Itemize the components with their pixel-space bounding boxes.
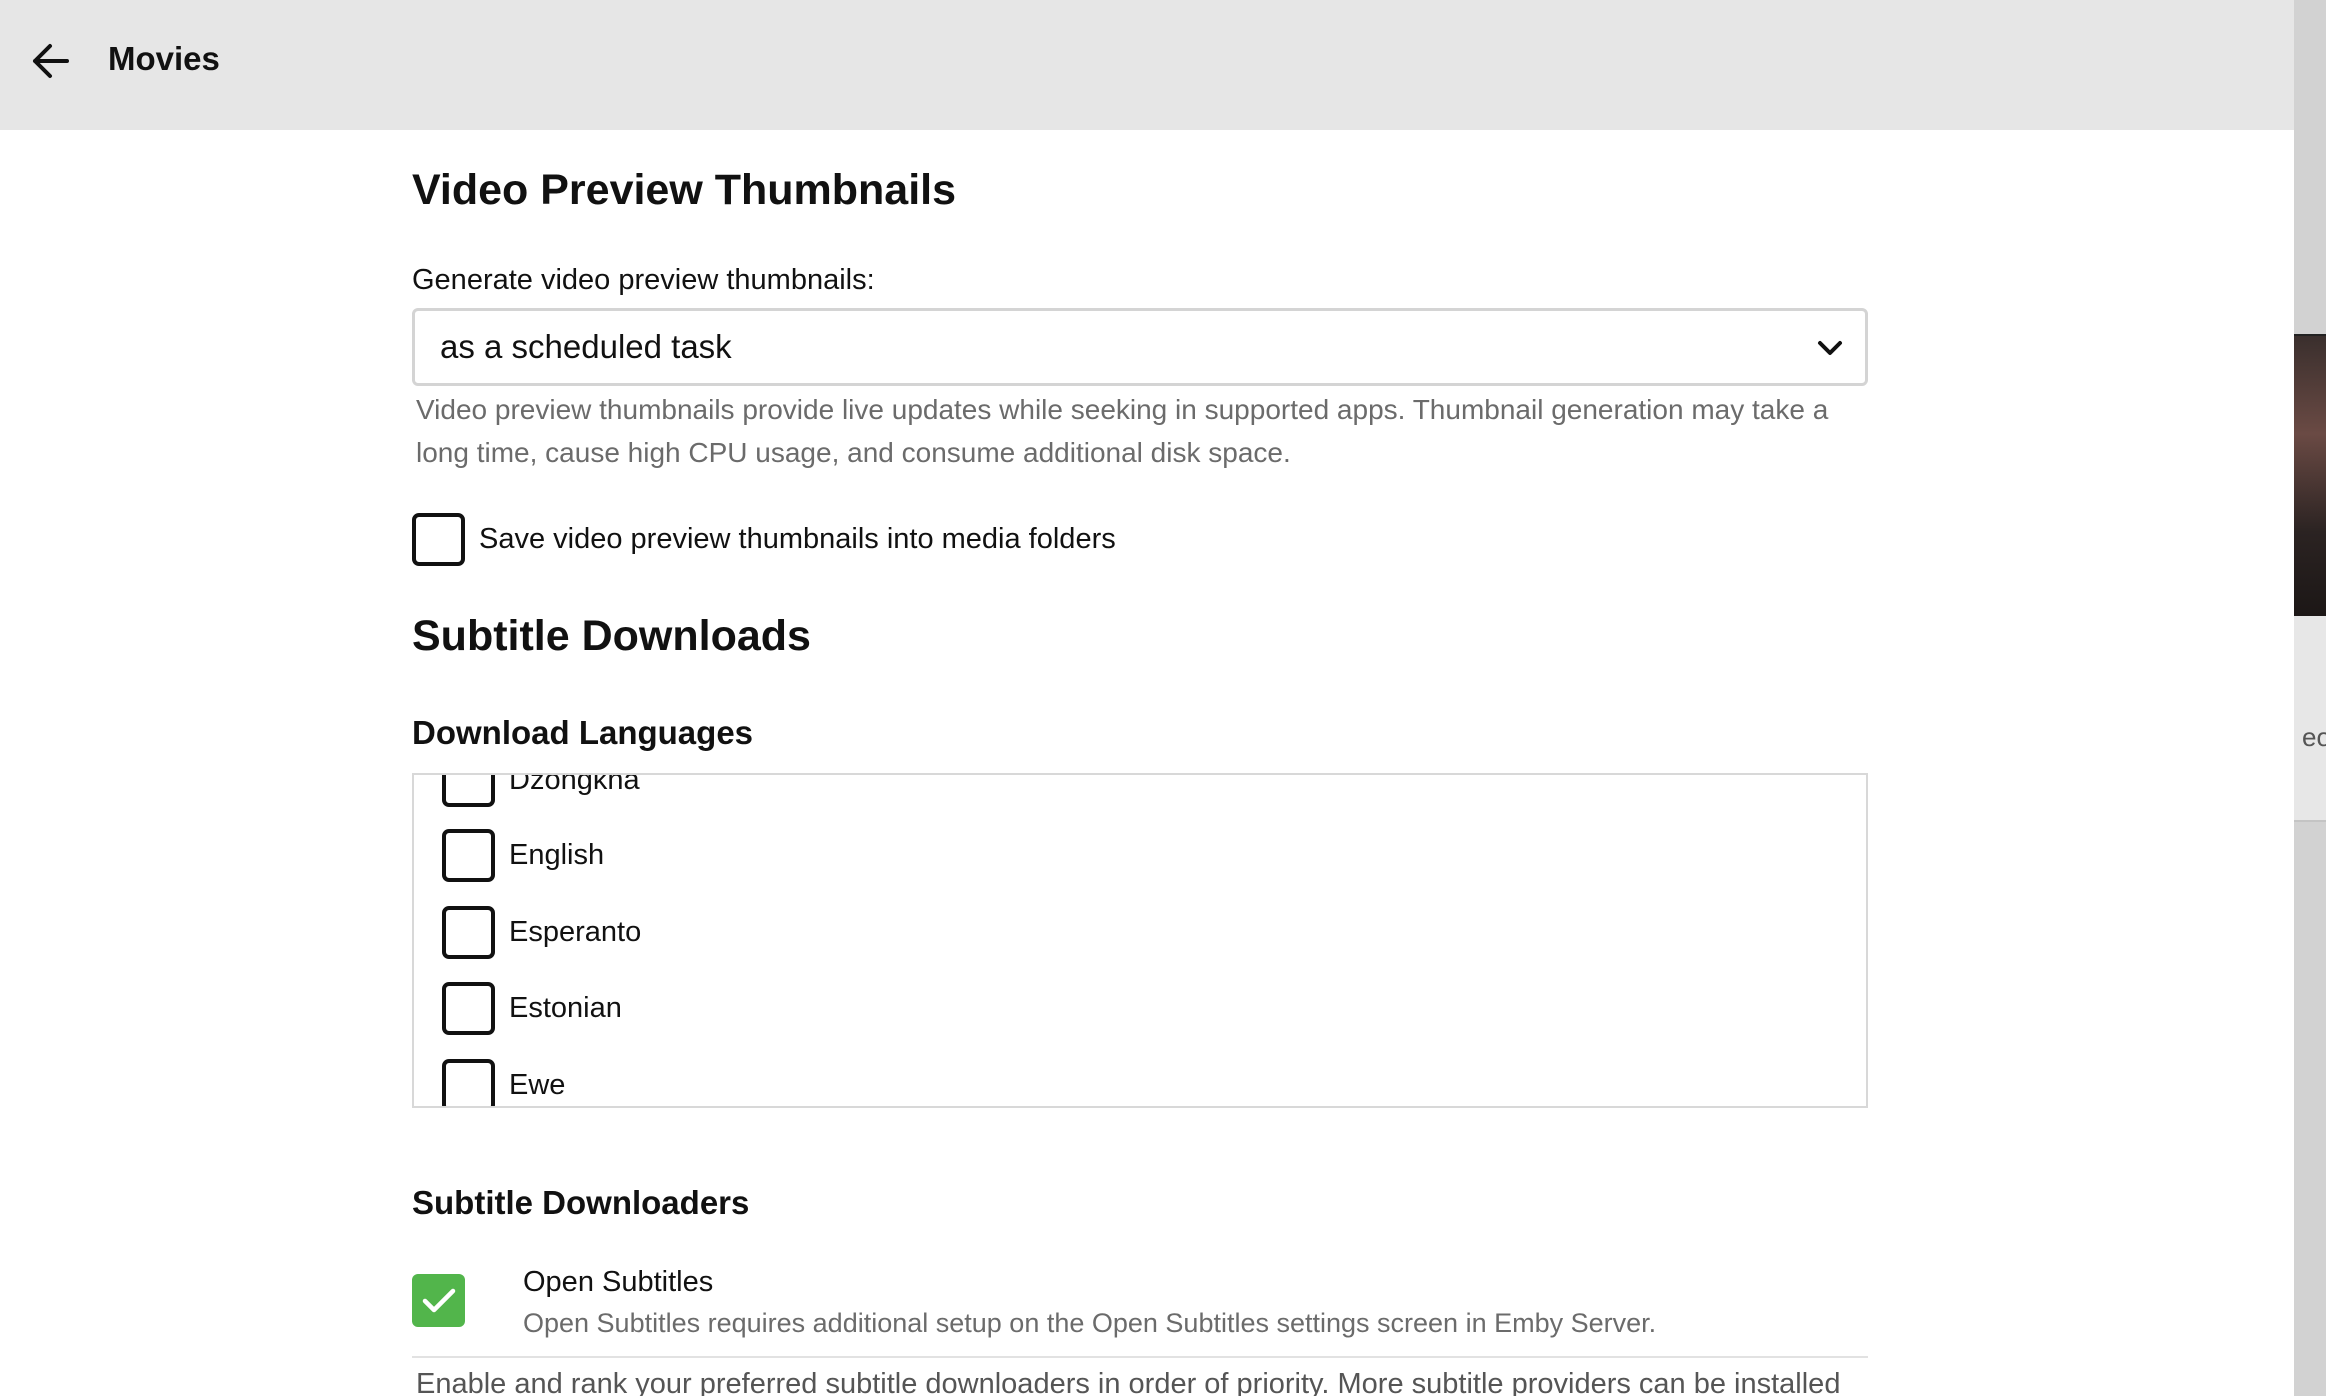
language-label: English bbox=[509, 839, 605, 871]
language-label: Esperanto bbox=[509, 916, 642, 948]
divider bbox=[412, 1356, 1868, 1358]
download-languages-heading: Download Languages bbox=[412, 714, 754, 751]
language-label: Ewe bbox=[509, 1069, 566, 1101]
language-item-english[interactable]: English bbox=[442, 829, 604, 882]
language-item-esperanto[interactable]: Esperanto bbox=[442, 906, 641, 959]
checkbox-box[interactable] bbox=[442, 1059, 495, 1106]
language-item-estonian[interactable]: Estonian bbox=[442, 982, 622, 1035]
back-button[interactable] bbox=[22, 36, 78, 86]
save-thumbnails-into-media-label: Save video preview thumbnails into media… bbox=[479, 523, 1116, 555]
language-item-dzongkha[interactable]: Dzongkha bbox=[442, 773, 640, 807]
dialog-header: Movies bbox=[0, 0, 2294, 130]
download-languages-list[interactable]: Dzongkha English Esperanto Estonian Ewe bbox=[412, 773, 1868, 1108]
background-peek-text: eo bbox=[2302, 722, 2326, 752]
chevron-down-icon bbox=[1818, 341, 1842, 355]
language-item-ewe[interactable]: Ewe bbox=[442, 1059, 566, 1106]
save-thumbnails-into-media-checkbox[interactable]: Save video preview thumbnails into media… bbox=[412, 513, 1116, 566]
background-card bbox=[2294, 616, 2326, 822]
subtitle-downloads-heading: Subtitle Downloads bbox=[412, 612, 811, 660]
checkbox-box[interactable] bbox=[442, 829, 495, 882]
thumbnails-help-text: Video preview thumbnails provide live up… bbox=[416, 394, 1829, 468]
arrow-left-icon bbox=[33, 44, 69, 78]
open-subtitles-checkbox[interactable] bbox=[412, 1274, 465, 1327]
background-poster-image bbox=[2294, 334, 2326, 616]
checkbox-box[interactable] bbox=[412, 513, 465, 566]
library-settings-dialog: Movies Video Preview Thumbnails Generate… bbox=[0, 0, 2294, 1396]
checkbox-box[interactable] bbox=[442, 982, 495, 1035]
downloader-name[interactable]: Open Subtitles bbox=[523, 1266, 713, 1299]
downloaders-help-text: Enable and rank your preferred subtitle … bbox=[416, 1368, 1841, 1396]
downloader-description: Open Subtitles requires additional setup… bbox=[523, 1308, 1657, 1338]
background-page: eo bbox=[2294, 0, 2326, 1396]
language-label: Estonian bbox=[509, 992, 622, 1024]
generate-thumbnails-select[interactable]: as a scheduled task bbox=[412, 308, 1868, 386]
generate-thumbnails-label: Generate video preview thumbnails: bbox=[412, 264, 875, 296]
checkmark-icon bbox=[422, 1288, 455, 1312]
checkbox-box[interactable] bbox=[442, 906, 495, 959]
checkbox-box[interactable] bbox=[442, 775, 495, 807]
page-title: Movies bbox=[108, 40, 220, 77]
language-label: Dzongkha bbox=[509, 773, 640, 796]
video-preview-heading: Video Preview Thumbnails bbox=[412, 166, 957, 214]
subtitle-downloaders-heading: Subtitle Downloaders bbox=[412, 1184, 750, 1221]
generate-thumbnails-value: as a scheduled task bbox=[440, 328, 732, 365]
